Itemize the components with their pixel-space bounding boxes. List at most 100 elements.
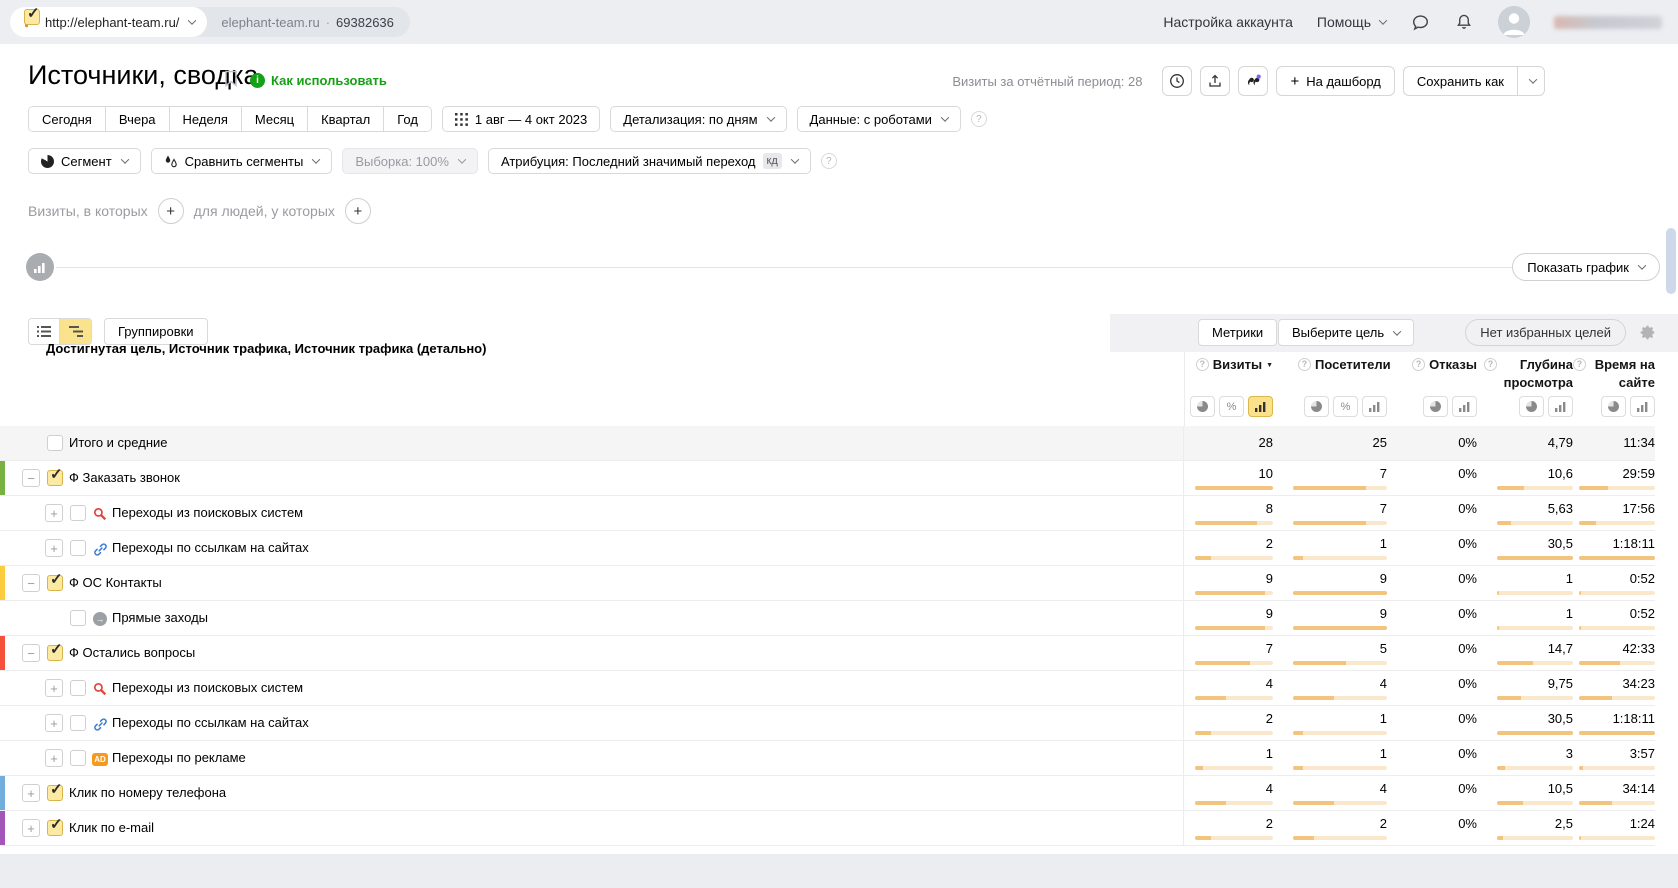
add-visit-filter-button[interactable]: +	[158, 198, 184, 224]
detail-dropdown[interactable]: Детализация: по дням	[610, 106, 786, 132]
gear-icon[interactable]	[1639, 324, 1656, 341]
metric-help-icon[interactable]: ?	[1484, 358, 1497, 371]
attribution-dropdown[interactable]: Атрибуция: Последний значимый переход кд	[488, 148, 811, 174]
row-checkbox[interactable]	[70, 610, 86, 626]
export-share-button[interactable]	[1200, 66, 1230, 96]
period-button-3[interactable]: Месяц	[242, 107, 308, 131]
expand-row-button[interactable]: +	[45, 749, 63, 767]
row-checkbox[interactable]	[70, 680, 86, 696]
row-checkbox[interactable]	[47, 435, 63, 451]
row-checkbox[interactable]	[47, 820, 63, 836]
site-tab[interactable]: http://elephant-team.ru/ elephant-team.r…	[10, 7, 410, 37]
collapse-row-button[interactable]: −	[22, 469, 40, 487]
period-button-0[interactable]: Сегодня	[29, 107, 106, 131]
row-checkbox[interactable]	[47, 470, 63, 486]
collapse-row-button[interactable]: −	[22, 574, 40, 592]
row-checkbox[interactable]	[70, 540, 86, 556]
pie-display-toggle[interactable]	[1423, 396, 1448, 417]
expand-row-button[interactable]: +	[45, 504, 63, 522]
feedback-chat-icon[interactable]	[1410, 12, 1430, 32]
show-chart-button[interactable]: Показать график	[1512, 253, 1660, 281]
date-range-button[interactable]: 1 авг — 4 окт 2023	[442, 106, 600, 132]
pie-display-toggle[interactable]	[1304, 396, 1329, 417]
metric-value: 0%	[1458, 676, 1477, 691]
metric-value: 2,5	[1555, 816, 1573, 831]
period-button-2[interactable]: Неделя	[170, 107, 242, 131]
notifications-bell-icon[interactable]	[1454, 12, 1474, 32]
metric-help-icon[interactable]: ?	[1196, 358, 1209, 371]
period-button-4[interactable]: Квартал	[308, 107, 384, 131]
segment-dropdown[interactable]: Сегмент	[28, 148, 141, 174]
bars-display-toggle[interactable]	[1630, 396, 1655, 417]
period-button-1[interactable]: Вчера	[106, 107, 170, 131]
expand-row-button[interactable]: +	[45, 539, 63, 557]
row-checkbox[interactable]	[47, 785, 63, 801]
help-question-icon[interactable]: ?	[971, 111, 987, 127]
how-to-use-link[interactable]: i Как использовать	[250, 73, 387, 88]
column-header-visitors[interactable]: ?Посетители	[1273, 356, 1387, 391]
ai-insights-button[interactable]	[1238, 66, 1268, 96]
pie-display-toggle[interactable]	[1601, 396, 1626, 417]
metric-help-icon[interactable]: ?	[1573, 358, 1586, 371]
column-header-depth[interactable]: ?Глубина просмотра	[1477, 356, 1573, 391]
report-history-clock-button[interactable]	[1162, 66, 1192, 96]
chart-preview-icon[interactable]	[26, 253, 54, 281]
expand-row-button[interactable]: +	[22, 819, 40, 837]
row-checkbox[interactable]	[70, 750, 86, 766]
account-settings-link[interactable]: Настройка аккаунта	[1163, 14, 1293, 30]
scrollbar-thumb[interactable]	[1666, 228, 1676, 294]
table-row: +Клик по e-mail220%2,51:24	[0, 811, 1655, 846]
value-bar	[1293, 486, 1387, 490]
bars-display-toggle[interactable]	[1548, 396, 1573, 417]
metric-help-icon[interactable]: ?	[1298, 358, 1311, 371]
expand-row-button[interactable]: +	[45, 679, 63, 697]
value-bar	[1497, 661, 1573, 665]
column-header-time[interactable]: ?Время на сайте	[1573, 356, 1655, 391]
help-question-icon[interactable]: ?	[821, 153, 837, 169]
save-as-dropdown[interactable]	[1517, 66, 1545, 96]
add-to-dashboard-button[interactable]: + На дашборд	[1276, 66, 1394, 96]
choose-goal-dropdown[interactable]: Выберите цель	[1278, 319, 1414, 346]
column-header-bounce[interactable]: ?Отказы	[1387, 356, 1477, 391]
search-icon	[92, 681, 108, 697]
collapse-row-button[interactable]: −	[22, 644, 40, 662]
bars-display-toggle[interactable]	[1452, 396, 1477, 417]
bars-display-toggle[interactable]	[1248, 396, 1273, 417]
metric-cell-visitors: 7	[1273, 461, 1387, 495]
pie-display-toggle[interactable]	[1190, 396, 1215, 417]
no-favorite-goals-button[interactable]: Нет избранных целей	[1465, 319, 1626, 346]
metric-cell-visits: 28	[1184, 426, 1273, 460]
help-menu[interactable]: Помощь	[1317, 14, 1386, 30]
metric-value: 30,5	[1548, 711, 1573, 726]
show-chart-label: Показать график	[1527, 260, 1629, 275]
metric-cell-time: 3:57	[1573, 741, 1655, 775]
column-header-visits[interactable]: ?Визиты▼	[1184, 356, 1273, 391]
bookmark-icon[interactable]	[224, 70, 238, 87]
value-bar	[1579, 626, 1655, 630]
user-login-redacted[interactable]	[1554, 16, 1662, 29]
row-checkbox[interactable]	[47, 575, 63, 591]
metric-help-icon[interactable]: ?	[1412, 358, 1425, 371]
metric-cell-time: 29:59	[1573, 461, 1655, 495]
compare-segments-dropdown[interactable]: Сравнить сегменты	[151, 148, 333, 174]
pie-display-toggle[interactable]	[1519, 396, 1544, 417]
row-checkbox[interactable]	[47, 645, 63, 661]
save-as-button[interactable]: Сохранить как	[1403, 66, 1517, 96]
add-people-filter-button[interactable]: +	[345, 198, 371, 224]
data-mode-dropdown[interactable]: Данные: с роботами	[797, 106, 961, 132]
percent-display-toggle[interactable]: %	[1333, 396, 1358, 417]
percent-display-toggle[interactable]: %	[1219, 396, 1244, 417]
row-checkbox[interactable]	[70, 715, 86, 731]
period-button-5[interactable]: Год	[384, 107, 431, 131]
expand-row-button[interactable]: +	[45, 714, 63, 732]
select-all-checkbox[interactable]	[24, 9, 40, 25]
visits-filter-label: Визиты, в которых	[28, 203, 148, 219]
expand-row-button[interactable]: +	[22, 784, 40, 802]
row-checkbox[interactable]	[70, 505, 86, 521]
user-avatar[interactable]	[1498, 6, 1530, 38]
value-bar	[1579, 556, 1655, 560]
sampling-dropdown[interactable]: Выборка: 100%	[342, 148, 478, 174]
bars-display-toggle[interactable]	[1362, 396, 1387, 417]
metrics-button[interactable]: Метрики	[1198, 319, 1277, 346]
metric-value: 4	[1266, 676, 1273, 691]
